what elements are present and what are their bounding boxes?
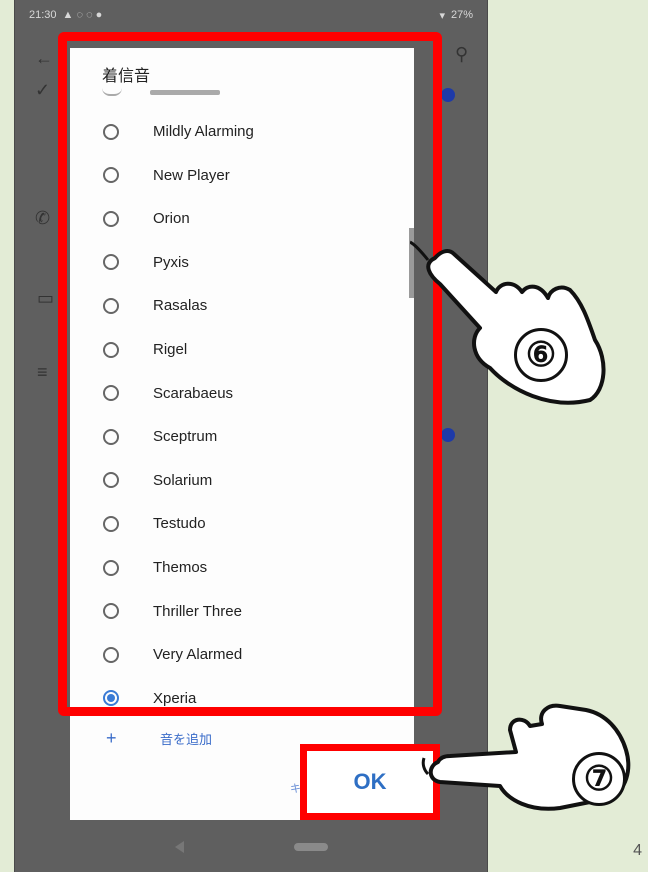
ok-button[interactable]: OK	[300, 744, 440, 820]
search-icon: ⚲	[455, 44, 469, 64]
phone-icon: ✆	[35, 208, 51, 228]
signal-icon: ▲ ◌ ◌ ●	[62, 9, 103, 21]
navigation-bar	[15, 822, 487, 872]
add-sound-label: 音を追加	[160, 732, 213, 747]
pointing-hand-icon	[410, 240, 606, 405]
step-7-badge: ⑦	[572, 752, 626, 806]
toggle-dot	[441, 88, 455, 102]
nav-back-icon[interactable]	[174, 841, 184, 853]
page-number: 4	[633, 842, 642, 859]
list-icon: ≡	[37, 362, 48, 382]
toggle-dot	[441, 428, 455, 442]
nav-home-icon[interactable]	[293, 843, 328, 851]
message-icon: ▭	[37, 288, 55, 308]
step-6-badge: ⑥	[514, 328, 568, 382]
list-highlight-frame	[58, 32, 442, 716]
wifi-icon: ▾	[439, 9, 445, 22]
battery-level: 27%	[450, 9, 473, 21]
status-bar: 21:30 ▲ ◌ ◌ ● ▾ 27%	[15, 0, 487, 30]
add-sound-row[interactable]: + 音を追加	[106, 728, 212, 749]
check-icon: ✓	[35, 80, 51, 100]
plus-icon: +	[106, 728, 117, 748]
back-arrow-icon: ←	[35, 48, 53, 68]
status-time: 21:30	[29, 9, 57, 21]
